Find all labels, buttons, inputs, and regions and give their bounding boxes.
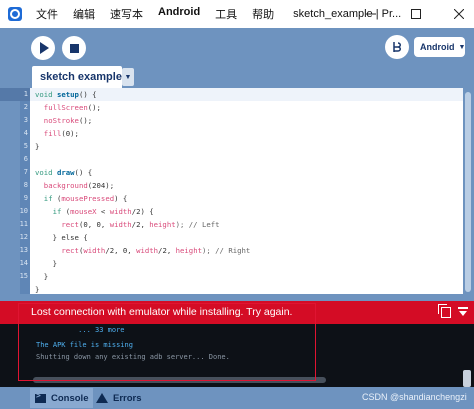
console-line: ... 33 more (36, 326, 125, 334)
line-number: 14 (19, 259, 28, 267)
menu-file[interactable]: 文件 (36, 6, 58, 22)
tab-errors[interactable]: Errors (96, 388, 142, 408)
line-number: 10 (19, 207, 28, 215)
code-line-15: } (35, 272, 49, 281)
line-number: 8 (23, 181, 28, 189)
line-number: 13 (19, 246, 28, 254)
code-line-4: fill(0); (43, 129, 79, 138)
line-number: 3 (23, 116, 28, 124)
code-line-8: background(204); (43, 181, 115, 190)
mode-selector[interactable]: Android ▼ (414, 37, 465, 57)
code-line-14: } (35, 259, 57, 268)
chevron-down-icon: ▼ (458, 43, 466, 51)
error-message: Lost connection with emulator while inst… (31, 306, 293, 318)
warning-icon (96, 393, 108, 403)
console-tab-label: Console (51, 392, 89, 404)
stop-icon (69, 43, 79, 53)
line-number: 9 (23, 194, 28, 202)
code-line-10: if (mouseX < width/2) { (52, 207, 154, 216)
code-line-5: } (35, 142, 40, 151)
watermark: CSDN @shandianchengzi (362, 392, 467, 402)
stop-button[interactable] (62, 36, 86, 60)
menu-edit[interactable]: 编辑 (73, 6, 95, 22)
console-hscrollbar[interactable] (33, 377, 326, 383)
android-mode-icon[interactable] (385, 35, 409, 59)
run-button[interactable] (31, 36, 55, 60)
console-line: Shutting down any existing adb server...… (36, 353, 230, 361)
menu-help[interactable]: 帮助 (252, 6, 274, 22)
line-number: 7 (23, 168, 28, 176)
line-number: 12 (19, 233, 28, 241)
code-line-13: rect(width/2, 0, width/2, height); // Ri… (61, 246, 251, 255)
code-editor[interactable]: 1 2 3 4 5 6 7 8 9 10 11 12 13 14 15 void… (0, 88, 463, 294)
code-line-3: noStroke(); (43, 116, 93, 125)
code-line-1: void setup() { (35, 90, 97, 99)
minimize-icon[interactable] (356, 0, 386, 28)
console-vscrollbar[interactable] (463, 370, 471, 387)
console-line: The APK file is missing (36, 341, 133, 349)
line-number: 5 (23, 142, 28, 150)
code-line-11: rect(0, 0, width/2, height); // Left (61, 220, 220, 229)
close-icon[interactable] (444, 0, 474, 28)
line-number: 2 (23, 103, 28, 111)
processing-logo-icon (8, 7, 22, 21)
maximize-icon[interactable] (401, 0, 431, 28)
status-strip (0, 294, 474, 301)
line-number: 1 (23, 90, 28, 98)
errors-tab-label: Errors (113, 392, 142, 404)
mode-label: Android (420, 42, 455, 52)
play-icon (40, 42, 49, 54)
title-bar: 文件 编辑 速写本 Android 工具 帮助 sketch_example |… (0, 0, 474, 28)
code-line-12: } else { (35, 233, 88, 242)
line-number: 11 (19, 220, 28, 228)
tab-menu-button[interactable]: ▼ (122, 68, 134, 86)
collapse-icon[interactable] (458, 307, 468, 318)
line-number: 15 (19, 272, 28, 280)
code-line-9: if (mousePressed) { (43, 194, 128, 203)
line-number: 6 (23, 155, 28, 163)
tab-sketch-example[interactable]: sketch example (32, 66, 122, 88)
menu-tools[interactable]: 工具 (215, 6, 237, 22)
menu-bar: 文件 编辑 速写本 Android 工具 帮助 (36, 6, 289, 22)
copy-icon[interactable] (438, 304, 451, 318)
code-line-2: fullScreen(); (43, 103, 101, 112)
line-number: 4 (23, 129, 28, 137)
tab-console[interactable]: Console (30, 388, 94, 408)
console-icon (35, 391, 46, 403)
menu-sketch[interactable]: 速写本 (110, 6, 143, 22)
menu-android[interactable]: Android (158, 6, 200, 22)
editor-scrollbar-thumb[interactable] (465, 92, 471, 292)
code-line-7: void draw() { (35, 168, 93, 177)
